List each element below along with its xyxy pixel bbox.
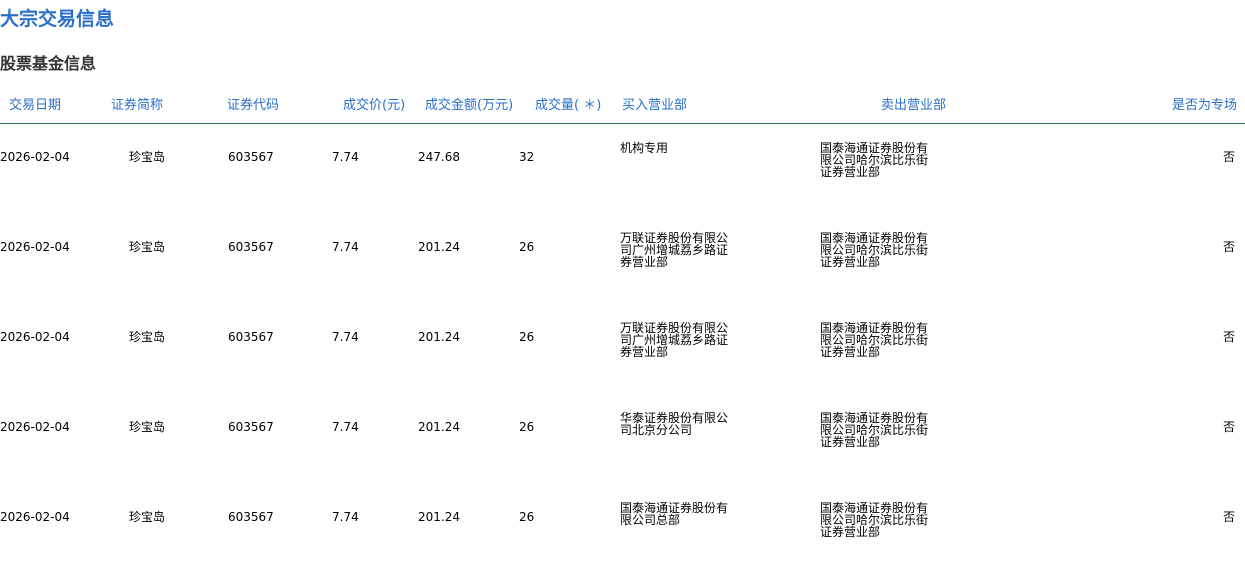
header-date[interactable]: 交易日期: [9, 97, 61, 115]
table-row: 2026-02-04 珍宝岛 603567 7.74 201.24 26 万联证券股份有限公…: [0, 298, 1245, 388]
cell-date: 2026-02-04: [0, 330, 70, 344]
cell-price: 7.74: [332, 330, 359, 344]
cell-volume: 26: [519, 420, 535, 434]
cell-special: 否: [1222, 330, 1235, 344]
cell-amount: 247.68: [418, 150, 460, 164]
cell-amount: 201.24: [418, 510, 460, 524]
cell-price: 7.74: [332, 420, 359, 434]
cell-name: 珍宝岛: [129, 510, 166, 524]
cell-code: 603567: [228, 150, 274, 164]
cell-name: 珍宝岛: [129, 330, 166, 344]
cell-buyer: 国泰海通证券股份有限公司总部: [620, 501, 729, 527]
cell-code: 603567: [228, 420, 274, 434]
cell-seller: 国泰海通证券股份有限公司哈尔滨比乐街证券营业部: [820, 411, 929, 449]
header-amount[interactable]: 成交金额(万元): [425, 97, 513, 115]
table-row: 2026-02-04 珍宝岛 603567 7.74 201.24 26 国泰海通证券股份有…: [0, 478, 1245, 568]
cell-volume: 26: [519, 510, 535, 524]
header-name[interactable]: 证券简称: [111, 97, 163, 115]
page-title: 大宗交易信息: [0, 8, 115, 30]
cell-code: 603567: [228, 240, 274, 254]
cell-date: 2026-02-04: [0, 240, 70, 254]
cell-buyer: 华泰证券股份有限公司北京分公司: [620, 411, 729, 437]
cell-seller: 国泰海通证券股份有限公司哈尔滨比乐街证券营业部: [820, 231, 929, 269]
cell-special: 否: [1222, 510, 1235, 524]
cell-buyer: 万联证券股份有限公司广州增城荔乡路证券营业部: [620, 321, 729, 359]
header-buyer[interactable]: 买入营业部: [622, 97, 687, 115]
cell-special: 否: [1222, 150, 1235, 164]
cell-seller: 国泰海通证券股份有限公司哈尔滨比乐街证券营业部: [820, 321, 929, 359]
cell-buyer: 万联证券股份有限公司广州增城荔乡路证券营业部: [620, 231, 729, 269]
header-seller[interactable]: 卖出营业部: [881, 97, 946, 115]
cell-seller: 国泰海通证券股份有限公司哈尔滨比乐街证券营业部: [820, 141, 929, 179]
cell-amount: 201.24: [418, 240, 460, 254]
table-row: 2026-02-04 珍宝岛 603567 7.74 201.24 26 万联证券股份有限公…: [0, 208, 1245, 298]
cell-date: 2026-02-04: [0, 150, 70, 164]
cell-volume: 26: [519, 240, 535, 254]
cell-name: 珍宝岛: [129, 420, 166, 434]
header-volume[interactable]: 成交量( ＊): [535, 97, 601, 115]
cell-date: 2026-02-04: [0, 420, 70, 434]
cell-name: 珍宝岛: [129, 240, 166, 254]
cell-date: 2026-02-04: [0, 510, 70, 524]
cell-volume: 32: [519, 150, 535, 164]
cell-special: 否: [1222, 420, 1235, 434]
header-special[interactable]: 是否为专场: [1172, 97, 1237, 115]
cell-special: 否: [1222, 240, 1235, 254]
header-price[interactable]: 成交价(元): [343, 97, 405, 115]
cell-code: 603567: [228, 510, 274, 524]
cell-volume: 26: [519, 330, 535, 344]
cell-amount: 201.24: [418, 420, 460, 434]
cell-price: 7.74: [332, 240, 359, 254]
cell-name: 珍宝岛: [129, 150, 166, 164]
table-row: 2026-02-04 珍宝岛 603567 7.74 201.24 26 华泰证券股份有限公…: [0, 388, 1245, 478]
cell-price: 7.74: [332, 510, 359, 524]
cell-amount: 201.24: [418, 330, 460, 344]
cell-seller: 国泰海通证券股份有限公司哈尔滨比乐街证券营业部: [820, 501, 929, 539]
cell-price: 7.74: [332, 150, 359, 164]
header-code[interactable]: 证券代码: [227, 97, 279, 115]
table-row: 2026-02-04 珍宝岛 603567 7.74 247.68 32 机构专用 国泰海通证…: [0, 118, 1245, 208]
cell-buyer: 机构专用: [620, 141, 669, 155]
section-title: 股票基金信息: [0, 54, 97, 73]
cell-code: 603567: [228, 330, 274, 344]
